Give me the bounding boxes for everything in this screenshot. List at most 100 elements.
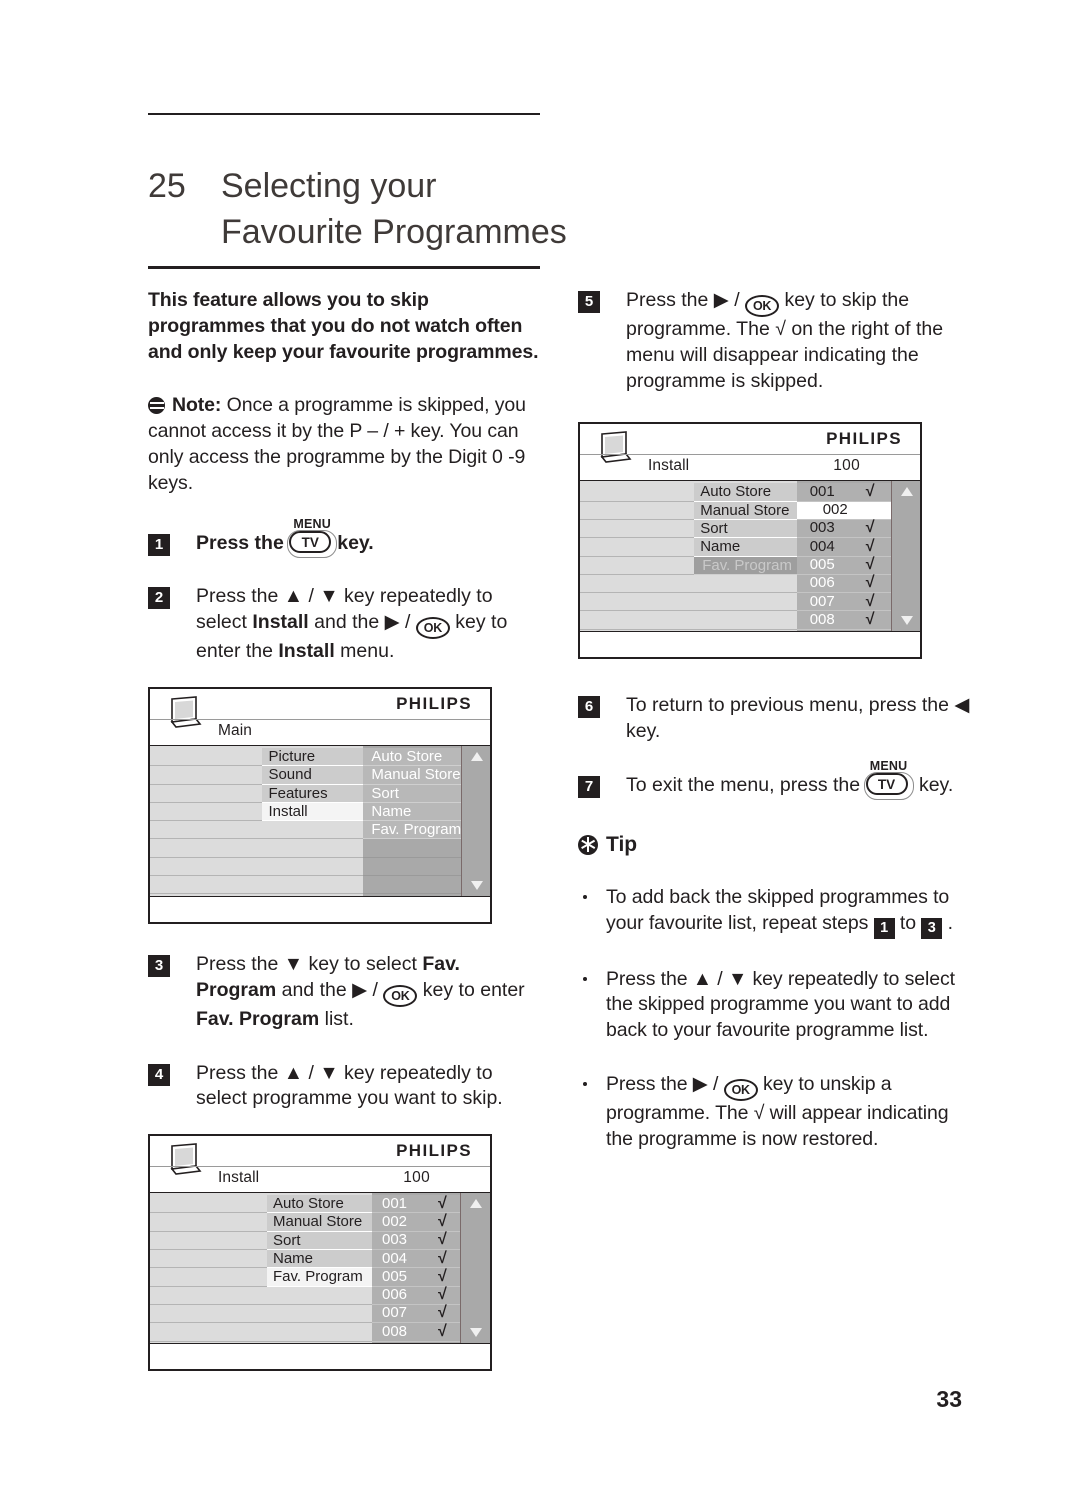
osd-menu-item-name[interactable]: Name — [267, 1250, 372, 1269]
osd-menu-item-install[interactable]: Install — [262, 802, 364, 822]
scroll-up-arrow-icon[interactable] — [471, 751, 484, 761]
scroll-up-arrow-icon[interactable] — [900, 487, 913, 497]
step-5-text-a: Press the ▶ / — [626, 289, 746, 311]
osd-skipped-body: Auto Store Manual Store Sort Name Fav. P… — [580, 480, 920, 632]
osd-blank-row — [262, 821, 364, 840]
osd-blank-row — [150, 802, 263, 822]
step-6: 6 To return to previous menu, press the … — [578, 693, 978, 745]
osd-programme-row[interactable]: 007 √ — [796, 593, 891, 612]
osd-programme-row-selected[interactable]: 002 — [796, 501, 891, 520]
osd-blank-row — [150, 857, 263, 877]
osd-menu-item-auto-store[interactable]: Auto Store — [267, 1195, 372, 1214]
osd-blank-row — [150, 821, 263, 840]
osd-submenu-item-auto-store[interactable]: Auto Store — [363, 747, 462, 767]
note-label: Note: — [172, 394, 222, 417]
osd-menu-item-manual-store[interactable]: Manual Store — [267, 1213, 372, 1232]
ok-key-glyph[interactable]: OK — [723, 1078, 758, 1101]
osd-programme-row[interactable]: 006 √ — [796, 574, 891, 594]
tv-key-button: TV — [287, 529, 338, 558]
osd-programme-row[interactable]: 001 √ — [796, 483, 891, 502]
philips-logo: PHILIPS — [396, 693, 472, 713]
step-5-body: Press the ▶ / OK key to skip the program… — [626, 288, 978, 394]
step-1-text-b: key. — [337, 531, 374, 554]
osd-programme-row[interactable]: 007 √ — [372, 1304, 460, 1324]
osd-programme-row[interactable]: 003 √ — [796, 519, 891, 539]
osd-skipped-footer — [580, 631, 920, 658]
osd-programme-row[interactable]: 008 √ — [796, 611, 891, 630]
osd-menu-item-name[interactable]: Name — [694, 538, 797, 557]
tv-key-glyph[interactable]: MENU TV — [863, 759, 914, 800]
ok-key-glyph[interactable]: OK — [745, 295, 780, 317]
osd-menu-item-sort[interactable]: Sort — [694, 519, 797, 539]
osd-skipped-list-menu: PHILIPS Install 100 Auto Store Manual St… — [578, 422, 922, 660]
osd-main-divider — [150, 718, 490, 720]
osd-submenu-item-name[interactable]: Name — [363, 802, 462, 822]
osd-programme-row[interactable]: 004 √ — [796, 537, 891, 557]
osd-programme-row[interactable]: 003 √ — [372, 1231, 460, 1251]
osd-skipped-spacer-col — [580, 481, 695, 632]
osd-blank-row — [580, 483, 695, 502]
chapter-title-line2: Favourite Programmes — [221, 213, 567, 251]
ok-key-glyph[interactable]: OK — [415, 617, 450, 640]
osd-blank-row — [150, 1250, 267, 1269]
osd-main-body: Picture Sound Features Install Auto Stor… — [150, 744, 490, 896]
osd-submenu-item-sort[interactable]: Sort — [363, 784, 462, 803]
step-4: 4 Press the ▲ / ▼ key repeatedly to sele… — [148, 1061, 543, 1113]
programme-number: 006 — [809, 574, 835, 592]
osd-skipped-scrollbar[interactable] — [890, 481, 920, 632]
osd-programme-row[interactable]: 001 √ — [372, 1195, 460, 1214]
note-block: Note: Once a programme is skipped, you c… — [148, 393, 543, 496]
osd-blank-row — [267, 1304, 372, 1324]
osd-programme-row[interactable]: 008 √ — [372, 1322, 460, 1342]
osd-menu-item-auto-store[interactable]: Auto Store — [694, 483, 797, 502]
step-4-number: 4 — [148, 1063, 170, 1086]
step-2-bold-install-2: Install — [278, 640, 335, 663]
step-2: 2 Press the ▲ / ▼ key repeatedly to sele… — [148, 584, 543, 665]
programme-number: 008 — [382, 1322, 408, 1340]
osd-menu-item-sort[interactable]: Sort — [267, 1231, 372, 1251]
check-icon: √ — [865, 556, 875, 574]
step-3-bold-fav-2: Fav. Program — [196, 1007, 320, 1030]
step-2-body: Press the ▲ / ▼ key repeatedly to select… — [196, 584, 543, 665]
osd-programme-row[interactable]: 005 √ — [796, 556, 891, 575]
osd-submenu-item-manual-store[interactable]: Manual Store — [363, 766, 462, 785]
asterisk-icon — [578, 834, 598, 855]
osd-submenu-item-fav-program[interactable]: Fav. Program — [363, 821, 462, 840]
osd-install-footer — [150, 1343, 490, 1370]
bullet-dot-icon — [583, 1081, 587, 1086]
osd-main-menu: PHILIPS Main Picture Sound Features Inst… — [148, 686, 492, 924]
osd-menu-item-fav-program[interactable]: Fav. Program — [267, 1268, 372, 1287]
programme-number: 006 — [382, 1286, 408, 1304]
osd-blank-row — [150, 1195, 267, 1214]
check-icon: √ — [865, 537, 875, 555]
osd-blank-row — [267, 1286, 372, 1305]
osd-menu-item-features[interactable]: Features — [262, 784, 364, 803]
tip-bullet-3-text-a: Press the ▶ / — [606, 1072, 724, 1095]
osd-programme-row[interactable]: 004 √ — [372, 1250, 460, 1269]
osd-programme-row[interactable]: 002 √ — [372, 1213, 460, 1232]
scroll-up-arrow-icon[interactable] — [470, 1199, 482, 1209]
ok-key-glyph[interactable]: OK — [383, 984, 418, 1007]
osd-main-scrollbar[interactable] — [461, 745, 490, 896]
tv-key-button: TV — [863, 771, 914, 800]
tv-set-icon — [170, 1143, 202, 1176]
scroll-down-arrow-icon[interactable] — [471, 880, 484, 890]
osd-install-scrollbar[interactable] — [460, 1193, 490, 1344]
osd-blank-row — [580, 611, 695, 630]
step-5: 5 Press the ▶ / OK key to skip the progr… — [578, 288, 978, 394]
scroll-down-arrow-icon[interactable] — [470, 1328, 482, 1338]
osd-blank-row — [363, 839, 462, 858]
title-rule-bottom — [148, 266, 540, 269]
osd-programme-row[interactable]: 005 √ — [372, 1268, 460, 1287]
scroll-down-arrow-icon[interactable] — [900, 616, 913, 626]
osd-skipped-divider — [580, 454, 920, 456]
osd-menu-item-sound[interactable]: Sound — [262, 766, 364, 785]
osd-menu-item-manual-store[interactable]: Manual Store — [694, 501, 797, 520]
osd-install-body: Auto Store Manual Store Sort Name Fav. P… — [150, 1192, 490, 1344]
tv-key-glyph[interactable]: MENU TV — [287, 517, 338, 558]
osd-blank-row — [580, 519, 695, 539]
step-2-text-d: menu. — [334, 640, 395, 663]
osd-menu-item-picture[interactable]: Picture — [262, 747, 364, 767]
osd-programme-row[interactable]: 006 √ — [372, 1286, 460, 1305]
osd-menu-item-fav-program[interactable]: Fav. Program — [694, 556, 797, 575]
